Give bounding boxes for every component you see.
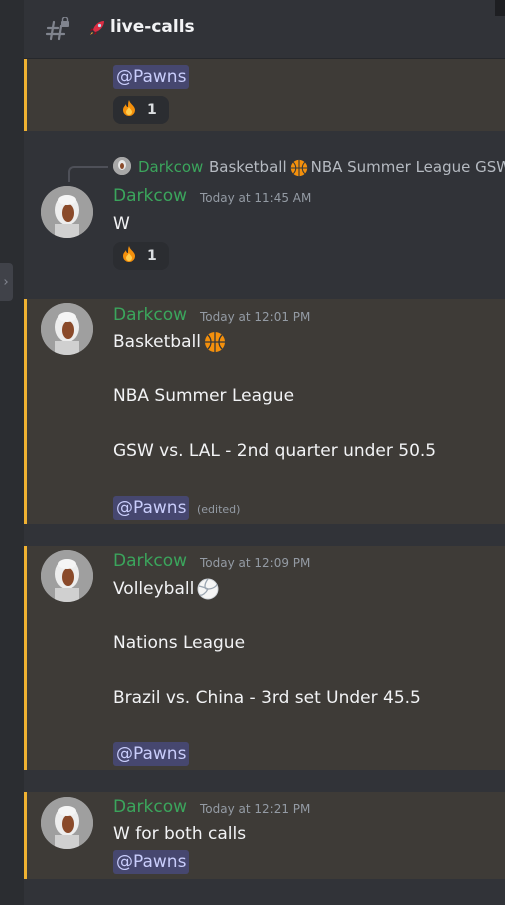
reply-author[interactable]: Darkcow xyxy=(138,158,203,176)
rocket-icon xyxy=(87,18,107,38)
message-line: Volleyball xyxy=(113,578,219,600)
author-name[interactable]: Darkcow xyxy=(113,551,187,571)
expand-panel-handle[interactable] xyxy=(0,263,13,301)
channel-header: live-calls xyxy=(24,0,505,59)
avatar[interactable] xyxy=(41,550,93,602)
author-name[interactable]: Darkcow xyxy=(113,186,187,206)
avatar[interactable] xyxy=(41,186,93,238)
reply-text: Basketball xyxy=(209,158,287,176)
user-mention[interactable]: @Pawns xyxy=(113,850,190,874)
message-highlighted: Darkcow Today at 12:01 PM Basketball NBA… xyxy=(24,299,505,524)
author-name[interactable]: Darkcow xyxy=(113,305,187,325)
message-text: W xyxy=(113,214,130,234)
left-rail xyxy=(0,0,24,905)
message-line: Nations League xyxy=(113,633,246,653)
message-highlighted: Darkcow Today at 12:21 PM W for both cal… xyxy=(24,792,505,879)
fire-icon xyxy=(120,99,138,121)
volleyball-icon xyxy=(197,578,219,600)
message-timestamp: Today at 12:09 PM xyxy=(200,556,311,570)
message-line: Brazil vs. China - 3rd set Under 45.5 xyxy=(113,688,421,708)
message-line: W for both calls xyxy=(113,824,247,844)
reaction-button[interactable]: 1 xyxy=(113,96,169,124)
user-mention[interactable]: @Pawns xyxy=(113,496,190,520)
message-timestamp: Today at 12:01 PM xyxy=(200,310,311,324)
reply-text-2: NBA Summer League GSW xyxy=(310,158,505,176)
message-line: NBA Summer League xyxy=(113,386,295,406)
fire-icon xyxy=(120,245,138,267)
message-timestamp: Today at 12:21 PM xyxy=(200,802,311,816)
text-channel-icon xyxy=(45,16,71,43)
header-edge xyxy=(495,0,505,16)
sport-label: Basketball xyxy=(113,332,201,352)
author-name[interactable]: Darkcow xyxy=(113,797,187,817)
reaction-count: 1 xyxy=(147,248,157,264)
sport-label: Volleyball xyxy=(113,579,195,599)
basketball-icon xyxy=(290,159,308,177)
reply-preview[interactable]: Basketball NBA Summer League GSW xyxy=(209,158,505,177)
reply-avatar xyxy=(113,157,131,175)
avatar[interactable] xyxy=(41,303,93,355)
reply-spine xyxy=(68,166,108,182)
channel-name: live-calls xyxy=(110,17,195,37)
message-highlighted: Darkcow Today at 12:09 PM Volleyball Nat… xyxy=(24,546,505,770)
reaction-button[interactable]: 1 xyxy=(113,242,169,270)
avatar[interactable] xyxy=(41,797,93,849)
message-line: GSW vs. LAL - 2nd quarter under 50.5 xyxy=(113,441,437,461)
message-timestamp: Today at 11:45 AM xyxy=(200,191,312,205)
user-mention[interactable]: @Pawns xyxy=(113,65,190,89)
message-line: Basketball xyxy=(113,331,226,353)
basketball-icon xyxy=(204,331,226,353)
reaction-count: 1 xyxy=(147,102,157,118)
edited-label: (edited) xyxy=(197,503,241,516)
user-mention[interactable]: @Pawns xyxy=(113,742,190,766)
message-highlighted: @Pawns 1 xyxy=(24,59,505,131)
